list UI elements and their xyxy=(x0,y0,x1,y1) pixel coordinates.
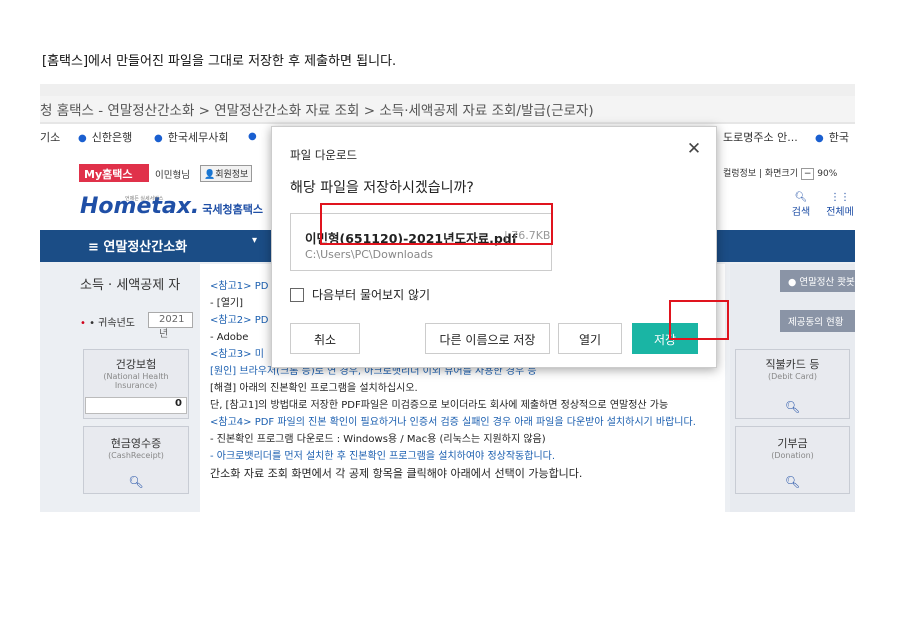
nav-menu-label[interactable]: ≡ 연말정산간소화 xyxy=(88,236,187,255)
dialog-question: 해당 파일을 저장하시겠습니까? xyxy=(290,180,474,196)
quick-button[interactable]: ● 연말정산 쾃봇 xyxy=(780,270,855,292)
file-download-dialog: 파일 다운로드 ✕ 해당 파일을 저장하시겠습니까? 이민형(651120)-2… xyxy=(271,126,717,368)
bookmark-item[interactable]: ● 한국 xyxy=(815,129,849,145)
bookmark-item[interactable]: 도로명주소 안... xyxy=(723,129,798,145)
health-insurance-value: 0 xyxy=(85,397,187,414)
zoom-level: 90% xyxy=(817,169,838,179)
file-path: C:\Users\PC\Downloads xyxy=(305,248,434,261)
user-name: 이민형님 xyxy=(155,170,190,181)
search-icon: 🔍︎ xyxy=(784,400,801,414)
filename-highlight xyxy=(320,203,553,245)
chatbot-icon: ● xyxy=(788,277,797,288)
consent-status-button[interactable]: 제공동의 현황 xyxy=(780,310,855,332)
notice-line: <참고4> PDF 파일의 진본 확인이 필요하거나 인증서 검증 실패인 경우… xyxy=(210,417,696,428)
bookmark-item[interactable]: ● 한국세무사회 xyxy=(154,129,228,145)
dialog-title: 파일 다운로드 xyxy=(290,148,358,162)
all-menu-button[interactable]: ⋮⋮ 전체메 xyxy=(820,192,855,218)
top-strip xyxy=(40,84,855,96)
grid-icon: ⋮⋮ xyxy=(830,192,850,203)
notice-line: [해결] 아래의 진본확인 프로그램을 설치하십시오. xyxy=(210,383,418,394)
year-label: • • 귀속년도 xyxy=(80,318,135,329)
notice-line: 간소화 자료 조회 화면에서 각 공제 항목을 클릭해야 아래에서 선택이 가능… xyxy=(210,467,583,480)
bookmark-item[interactable]: ● xyxy=(248,129,262,142)
right-util: 컬렁정보 | 화면크기 − 90% xyxy=(723,168,838,180)
save-as-button[interactable]: 다른 이름으로 저장 xyxy=(425,323,550,354)
dot-icon: ● xyxy=(154,133,163,144)
logo-tagline: 언제든 실세서비스 xyxy=(125,196,164,202)
debit-card-card[interactable]: 직불카드 등 (Debit Card) 🔍︎ xyxy=(735,349,850,419)
notice-line: - 아크로뱃리더를 먼저 설치한 후 진본확인 프로그램을 설치하여야 정상작동… xyxy=(210,451,556,462)
dot-icon: ● xyxy=(815,133,824,144)
donation-card[interactable]: 기부금 (Donation) 🔍︎ xyxy=(735,426,850,494)
notice-line: - 진본확인 프로그램 다운로드 : Windows용 / Mac용 (리눅스는… xyxy=(210,434,546,445)
cash-receipt-card[interactable]: 현금영수증 (CashReceipt) 🔍︎ xyxy=(83,426,189,494)
hometax-logo[interactable]: Hometax. 국세청홈택스 xyxy=(80,194,263,219)
open-button[interactable]: 열기 xyxy=(558,323,622,354)
nav-dropdown-icon[interactable]: ▾ xyxy=(252,235,257,246)
search-icon: 🔍︎ xyxy=(794,192,808,203)
notice-line: 단, [참고1]의 방법대로 저장한 PDF파일은 미검증으로 보이더라도 회사… xyxy=(210,400,669,411)
left-panel-title: 소득 · 세액공제 자 xyxy=(80,278,181,293)
zoom-minus-button[interactable]: − xyxy=(800,168,815,180)
person-icon: 👤 xyxy=(204,170,216,180)
search-button[interactable]: 🔍︎ 검색 xyxy=(785,192,817,218)
bookmark-item[interactable]: 기소 xyxy=(40,129,60,145)
breadcrumb: 청 홈택스 - 연말정산간소화 > 연말정산간소화 자료 조회 > 소득·세액공… xyxy=(40,96,855,122)
dont-ask-checkbox[interactable] xyxy=(290,288,304,302)
dot-icon: ● xyxy=(248,131,257,142)
close-icon[interactable]: ✕ xyxy=(682,139,706,159)
save-highlight xyxy=(669,300,729,340)
cancel-button[interactable]: 취소 xyxy=(290,323,360,354)
intro-text: [홈택스]에서 만들어진 파일을 그대로 저장한 후 제출하면 됩니다. xyxy=(42,54,397,69)
dont-ask-label[interactable]: 다음부터 물어보지 않기 xyxy=(312,286,430,303)
search-icon: 🔍︎ xyxy=(784,475,801,489)
year-select[interactable]: 2021년 xyxy=(148,312,193,340)
member-info-button[interactable]: 👤회원정보 xyxy=(200,165,253,182)
bookmark-item[interactable]: ● 신한은행 xyxy=(78,129,132,145)
myhome-button[interactable]: My홈택스 xyxy=(79,164,149,182)
dot-icon: ● xyxy=(78,133,87,144)
search-icon: 🔍︎ xyxy=(128,475,144,489)
